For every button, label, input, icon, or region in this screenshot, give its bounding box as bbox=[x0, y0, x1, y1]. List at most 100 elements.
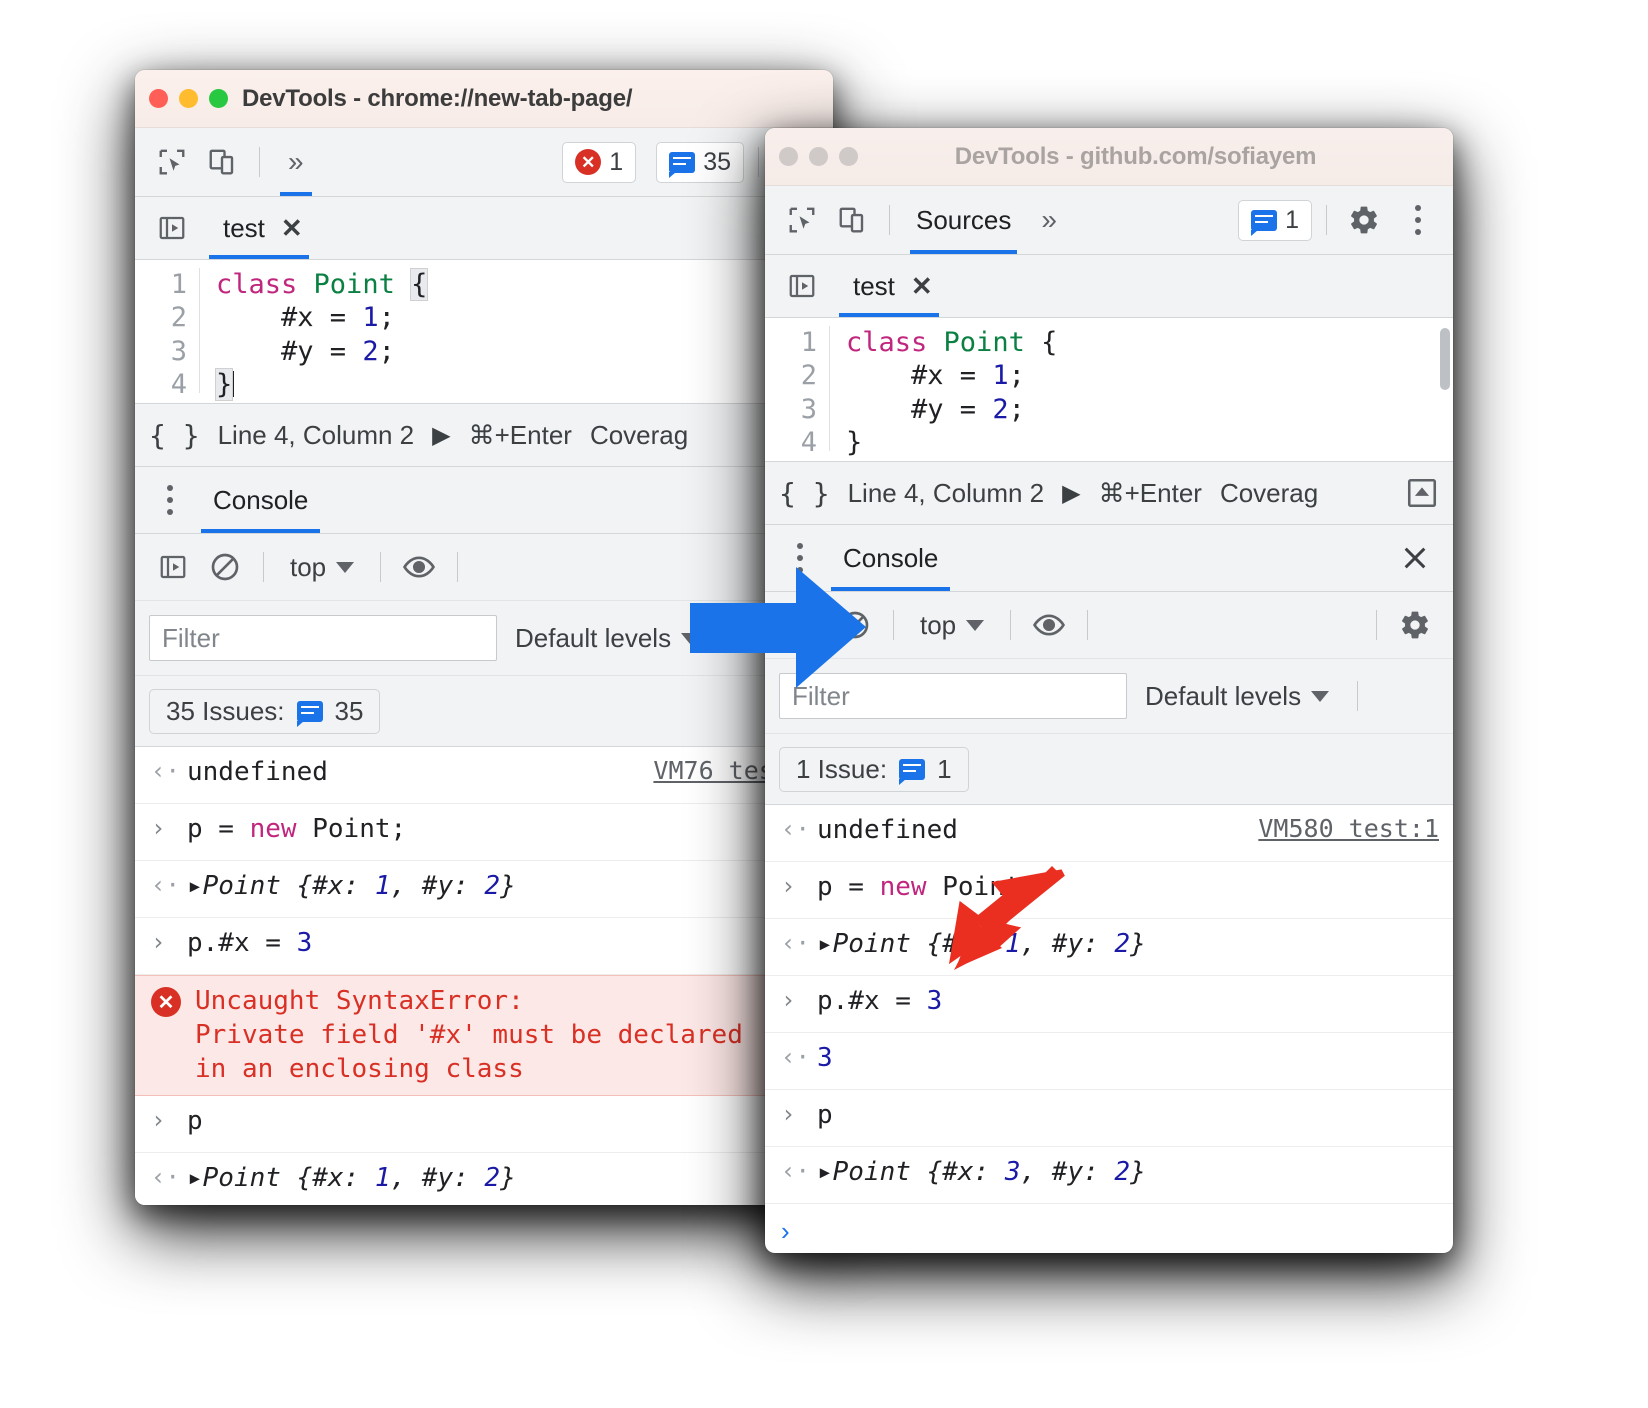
live-expression-icon[interactable] bbox=[395, 543, 443, 591]
right-code-editor[interactable]: 1234 class Point { #x = 1; #y = 2;} bbox=[765, 318, 1453, 461]
run-snippet-icon[interactable]: ▶ bbox=[1062, 479, 1080, 508]
pretty-print-icon[interactable]: { } bbox=[149, 419, 200, 452]
editor-scrollbar[interactable] bbox=[1440, 328, 1450, 390]
right-issues-row: 1 Issue: 1 bbox=[765, 734, 1453, 805]
console-input-message[interactable]: › p = new Point; bbox=[135, 804, 833, 861]
left-traffic-lights[interactable] bbox=[149, 89, 228, 108]
left-file-tabstrip: test ✕ bbox=[135, 197, 833, 260]
left-code-editor[interactable]: 1234 class Point { #x = 1; #y = 2;} bbox=[135, 260, 833, 403]
line-number: 4 bbox=[170, 369, 187, 401]
console-input-message[interactable]: › p.#x = 3 bbox=[135, 918, 833, 975]
cursor-position: Line 4, Column 2 bbox=[847, 477, 1045, 508]
search-input[interactable]: Filter bbox=[149, 615, 497, 661]
console-error-message[interactable]: ✕ Uncaught SyntaxError: Private field '#… bbox=[135, 975, 833, 1097]
console-input-message[interactable]: › p = new Point; bbox=[765, 862, 1453, 919]
toolbar-divider-2 bbox=[1326, 205, 1327, 235]
console-output-message[interactable]: ‹· ▸Point {#x: 3, #y: 2} bbox=[765, 1147, 1453, 1204]
left-window-title: DevTools - chrome://new-tab-page/ bbox=[242, 84, 633, 112]
close-icon[interactable]: ✕ bbox=[911, 271, 933, 302]
live-expression-icon[interactable] bbox=[1025, 601, 1073, 649]
right-console-messages[interactable]: ‹· undefined VM580 test:1 › p = new Poin… bbox=[765, 805, 1453, 1204]
right-file-tabstrip: test ✕ bbox=[765, 255, 1453, 318]
minimize-window-button[interactable] bbox=[179, 89, 198, 108]
clear-console-icon[interactable] bbox=[201, 543, 249, 591]
maximize-window-button[interactable] bbox=[839, 147, 858, 166]
tab-console[interactable]: Console bbox=[197, 467, 324, 533]
execution-context-selector[interactable]: top bbox=[908, 610, 996, 641]
close-drawer-icon[interactable] bbox=[1391, 534, 1439, 582]
right-titlebar: DevTools - github.com/sofiayem bbox=[765, 128, 1453, 186]
console-input-message[interactable]: › p.#x = 3 bbox=[765, 976, 1453, 1033]
expand-panel-icon[interactable] bbox=[1405, 476, 1439, 510]
input-arrow-icon: › bbox=[151, 928, 166, 956]
navigator-toggle-icon[interactable] bbox=[779, 263, 825, 309]
log-levels-selector[interactable]: Default levels bbox=[515, 622, 700, 654]
output-arrow-icon: ‹· bbox=[781, 815, 810, 843]
right-source-code[interactable]: class Point { #x = 1; #y = 2;} bbox=[830, 326, 1058, 458]
gear-icon[interactable] bbox=[1391, 601, 1439, 649]
more-panels-button[interactable]: » bbox=[1027, 206, 1071, 234]
file-tab-test[interactable]: test ✕ bbox=[839, 255, 947, 317]
close-window-button[interactable] bbox=[779, 147, 798, 166]
inspect-element-icon[interactable] bbox=[149, 139, 195, 185]
console-sidebar-icon[interactable] bbox=[149, 543, 197, 591]
more-panels-button[interactable]: » bbox=[274, 128, 318, 196]
console-output-message[interactable]: ‹· 3 bbox=[765, 1033, 1453, 1090]
error-icon: ✕ bbox=[575, 149, 602, 175]
code-line: } bbox=[214, 368, 235, 402]
error-counter[interactable]: ✕ 1 bbox=[562, 141, 637, 183]
device-toolbar-icon[interactable] bbox=[829, 197, 875, 243]
minimize-window-button[interactable] bbox=[809, 147, 828, 166]
console-output-message[interactable]: ‹· ▸Point {#x: 1, #y: 2} bbox=[135, 861, 833, 918]
maximize-window-button[interactable] bbox=[209, 89, 228, 108]
message-source-link[interactable]: VM580 test:1 bbox=[1248, 814, 1439, 843]
input-arrow-icon: › bbox=[781, 1100, 796, 1128]
coverage-label[interactable]: Coverag bbox=[1220, 478, 1318, 509]
inspect-element-icon[interactable] bbox=[779, 197, 825, 243]
left-line-numbers: 1234 bbox=[135, 268, 200, 400]
output-arrow-icon: ‹· bbox=[151, 1163, 180, 1192]
left-console-messages[interactable]: ‹· undefined VM76 test:1 › p = new Point… bbox=[135, 747, 833, 1205]
right-traffic-lights[interactable] bbox=[779, 147, 858, 166]
cursor-position: Line 4, Column 2 bbox=[217, 419, 415, 450]
issues-counter[interactable]: 1 bbox=[1238, 199, 1312, 241]
more-options-icon[interactable] bbox=[149, 485, 191, 515]
console-output-message[interactable]: ‹· undefined VM76 test:1 bbox=[135, 747, 833, 804]
issue-icon bbox=[296, 700, 323, 727]
toolbar-divider bbox=[889, 205, 890, 235]
close-window-button[interactable] bbox=[149, 89, 168, 108]
line-number: 1 bbox=[170, 269, 187, 300]
navigator-toggle-icon[interactable] bbox=[149, 205, 195, 251]
message-text: 3 bbox=[817, 1043, 833, 1073]
gear-icon[interactable] bbox=[1341, 197, 1387, 243]
device-toolbar-icon[interactable] bbox=[199, 139, 245, 185]
left-source-code[interactable]: class Point { #x = 1; #y = 2;} bbox=[200, 268, 429, 402]
message-text: ▸Point {#x: 1, #y: 2} bbox=[817, 929, 1146, 959]
log-levels-selector[interactable]: Default levels bbox=[1145, 681, 1330, 712]
console-output-message[interactable]: ‹· ▸Point {#x: 1, #y: 2} bbox=[135, 1153, 833, 1205]
execution-context-selector[interactable]: top bbox=[278, 552, 366, 583]
file-tab-label: test bbox=[853, 270, 895, 301]
right-console-prompt[interactable]: › bbox=[765, 1204, 1453, 1253]
input-arrow-icon: › bbox=[781, 986, 796, 1014]
issues-bar[interactable]: 35 Issues: 35 bbox=[149, 688, 381, 734]
coverage-label[interactable]: Coverag bbox=[590, 420, 688, 451]
run-snippet-icon[interactable]: ▶ bbox=[432, 421, 450, 450]
code-line: class Point { bbox=[846, 327, 1058, 358]
pretty-print-icon[interactable]: { } bbox=[779, 477, 830, 510]
more-options-icon[interactable] bbox=[1397, 205, 1439, 235]
issues-bar[interactable]: 1 Issue: 1 bbox=[779, 746, 969, 792]
line-number: 2 bbox=[800, 360, 817, 392]
file-tab-test[interactable]: test ✕ bbox=[209, 197, 317, 259]
devtools-window-right[interactable]: DevTools - github.com/sofiayem Sources »… bbox=[765, 128, 1453, 1253]
tab-sources[interactable]: Sources bbox=[904, 186, 1023, 254]
console-input-message[interactable]: › p bbox=[135, 1096, 833, 1154]
close-icon[interactable]: ✕ bbox=[281, 213, 303, 244]
issues-counter[interactable]: 35 bbox=[656, 141, 744, 183]
output-arrow-icon: ‹· bbox=[781, 929, 810, 957]
console-input-message[interactable]: › p bbox=[765, 1090, 1453, 1147]
issues-label: 1 Issue: bbox=[796, 753, 888, 784]
log-levels-label: Default levels bbox=[515, 622, 672, 653]
console-output-message[interactable]: ‹· ▸Point {#x: 1, #y: 2} bbox=[765, 919, 1453, 976]
console-output-message[interactable]: ‹· undefined VM580 test:1 bbox=[765, 805, 1453, 862]
